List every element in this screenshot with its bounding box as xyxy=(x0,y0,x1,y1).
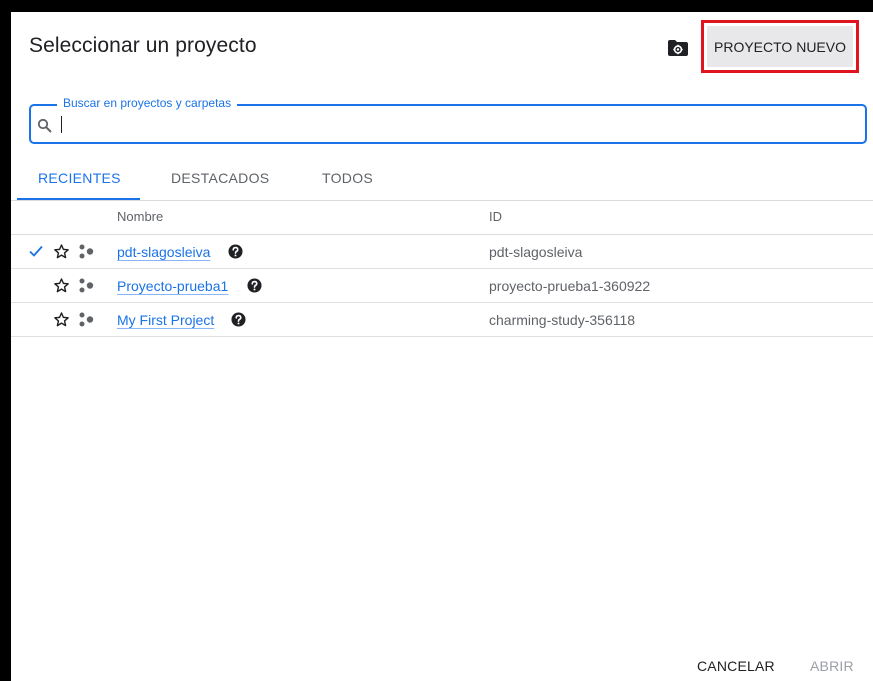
check-icon xyxy=(29,245,43,257)
column-header-id[interactable]: ID xyxy=(489,209,502,224)
project-id: pdt-slagosleiva xyxy=(489,244,583,260)
project-id: proyecto-prueba1-360922 xyxy=(489,278,651,294)
star-outline-icon[interactable] xyxy=(53,311,70,328)
project-name-link[interactable]: Proyecto-prueba1 xyxy=(117,278,228,294)
star-outline-icon[interactable] xyxy=(53,277,70,294)
project-icon xyxy=(79,278,94,293)
project-icon xyxy=(79,312,94,327)
dialog-title: Seleccionar un proyecto xyxy=(29,34,257,57)
project-id: charming-study-356118 xyxy=(489,312,636,328)
search-icon xyxy=(37,118,52,133)
project-name-link[interactable]: My First Project xyxy=(117,312,214,328)
project-name-link[interactable]: pdt-slagosleiva xyxy=(117,244,210,260)
star-outline-icon[interactable] xyxy=(53,243,70,260)
open-button[interactable]: ABRIR xyxy=(810,658,854,674)
table-row[interactable]: My First Project charming-study-356118 xyxy=(11,303,873,337)
help-icon[interactable] xyxy=(231,312,246,327)
tab-todos[interactable]: TODOS xyxy=(322,170,373,186)
folder-settings-icon[interactable] xyxy=(667,39,689,57)
search-label: Buscar en proyectos y carpetas xyxy=(57,96,238,110)
column-header-name[interactable]: Nombre xyxy=(117,209,163,224)
tab-destacados[interactable]: DESTACADOS xyxy=(171,170,269,186)
text-caret xyxy=(61,116,62,133)
table-row[interactable]: pdt-slagosleiva pdt-slagosleiva xyxy=(11,235,873,269)
table-row[interactable]: Proyecto-prueba1 proyecto-prueba1-360922 xyxy=(11,269,873,303)
new-project-button[interactable]: PROYECTO NUEVO xyxy=(707,26,853,67)
help-icon[interactable] xyxy=(228,244,243,259)
tab-recientes[interactable]: RECIENTES xyxy=(38,170,121,186)
tabs-divider xyxy=(11,200,873,201)
help-icon[interactable] xyxy=(247,278,262,293)
project-icon xyxy=(79,244,94,259)
search-input[interactable] xyxy=(63,112,847,140)
cancel-button[interactable]: CANCELAR xyxy=(697,658,775,674)
select-project-dialog: Seleccionar un proyecto PROYECTO NUEVO B… xyxy=(11,12,873,681)
